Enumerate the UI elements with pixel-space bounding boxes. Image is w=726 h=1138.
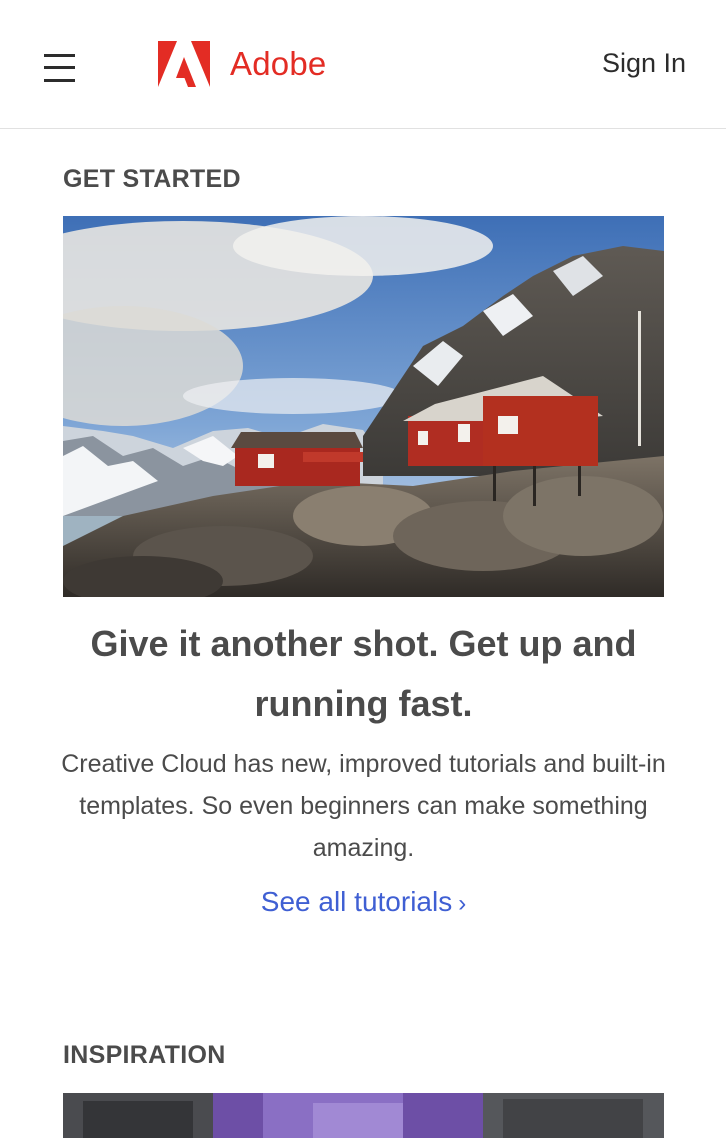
adobe-logo-link[interactable]: Adobe	[158, 40, 326, 88]
see-all-tutorials-link[interactable]: See all tutorials ›	[63, 886, 664, 918]
chevron-right-icon: ›	[458, 890, 467, 917]
section-heading-get-started: GET STARTED	[63, 165, 241, 193]
hero-image[interactable]	[63, 216, 664, 597]
section-heading-inspiration: INSPIRATION	[63, 1041, 226, 1069]
cabins-landscape-image	[63, 216, 664, 597]
inspiration-image[interactable]	[63, 1093, 664, 1138]
site-header: Adobe Sign In	[0, 0, 726, 129]
card-description: Creative Cloud has new, improved tutoria…	[61, 750, 666, 862]
adobe-logo-icon	[158, 41, 210, 87]
menu-bar	[44, 54, 75, 57]
hamburger-menu-icon[interactable]	[44, 52, 76, 84]
menu-bar	[44, 66, 75, 69]
brand-name: Adobe	[230, 45, 327, 82]
pattern-blocks-image	[63, 1093, 664, 1138]
sign-in-link[interactable]: Sign In	[602, 48, 686, 79]
page: Adobe Sign In GET STARTED Give it anothe…	[0, 0, 726, 1138]
menu-bar	[44, 79, 75, 82]
see-all-tutorials-label: See all tutorials	[260, 886, 453, 917]
card-title: Give it another shot. Get up and running…	[90, 623, 637, 724]
